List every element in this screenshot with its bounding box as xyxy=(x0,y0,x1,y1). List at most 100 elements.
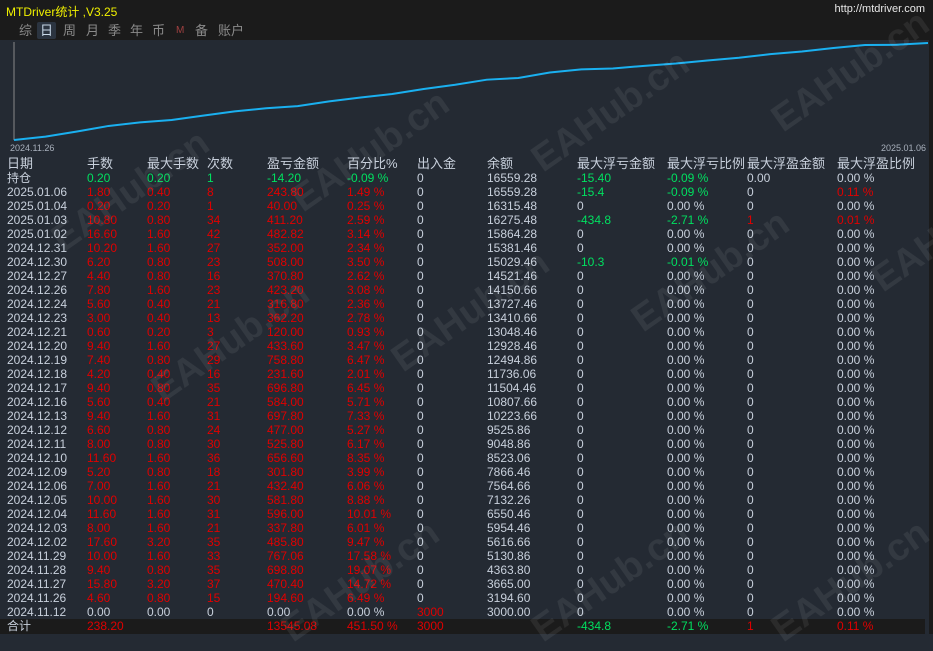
cell-col-3: 16 xyxy=(207,367,220,381)
tab-1[interactable]: 日 xyxy=(37,22,56,39)
scrollbar[interactable] xyxy=(929,40,933,634)
website-link[interactable]: http://mtdriver.com xyxy=(835,3,925,15)
cell-col-1: 9.40 xyxy=(87,409,110,423)
cell-col-11: 0.00 % xyxy=(837,367,874,381)
cell-col-7: 15029.46 xyxy=(487,255,537,269)
cell-col-4: 352.00 xyxy=(267,241,304,255)
cell-col-0: 持仓 xyxy=(7,171,31,185)
cell-col-4: 477.00 xyxy=(267,423,304,437)
tab-3[interactable]: 月 xyxy=(83,22,102,39)
cell-col-1: 10.80 xyxy=(87,213,117,227)
tab-2[interactable]: 周 xyxy=(60,22,79,39)
cell-col-3: 30 xyxy=(207,493,220,507)
cell-col-10: 0 xyxy=(747,297,754,311)
cell-col-2: 0.40 xyxy=(147,185,170,199)
cell-col-10: 0 xyxy=(747,269,754,283)
cell-col-3: 27 xyxy=(207,339,220,353)
cell-col-3: 37 xyxy=(207,577,220,591)
cell-col-6: 0 xyxy=(417,367,424,381)
tab-8[interactable]: 备 xyxy=(192,22,211,39)
cell-col-0: 2024.11.26 xyxy=(7,591,66,605)
cell-col-2: 1.60 xyxy=(147,507,170,521)
cell-col-1: 17.60 xyxy=(87,535,117,549)
cell-col-1: 0.20 xyxy=(87,171,110,185)
cell-col-11: 0.00 % xyxy=(837,563,874,577)
cell-col-10: 0 xyxy=(747,353,754,367)
cell-col-7: 14150.66 xyxy=(487,283,537,297)
cell-col-11: 0.00 % xyxy=(837,171,874,185)
tab-0[interactable]: 综 xyxy=(16,22,35,39)
cell-col-4: 482.82 xyxy=(267,227,304,241)
cell-col-1: 9.40 xyxy=(87,339,110,353)
title-bar: MTDriver统计 ,V3.25 http://mtdriver.com xyxy=(0,0,933,20)
cell-col-7: 5954.46 xyxy=(487,521,530,535)
tab-4[interactable]: 季 xyxy=(105,22,124,39)
cell-col-2: 1.60 xyxy=(147,283,170,297)
position-row: 持仓0.200.201-14.20-0.09 %016559.28-15.40-… xyxy=(0,171,925,185)
cell-col-7: 3665.00 xyxy=(487,577,530,591)
cell-col-2: 0.40 xyxy=(147,395,170,409)
cell-col-0: 2025.01.06 xyxy=(7,185,67,199)
cell-col-3: 35 xyxy=(207,563,220,577)
cell-col-3: 42 xyxy=(207,227,220,241)
cell-col-2: 0.80 xyxy=(147,381,170,395)
cell-col-11: 0.00 % xyxy=(837,381,874,395)
cell-col-10: 0 xyxy=(747,255,754,269)
cell-col-8: 0 xyxy=(577,199,584,213)
cell-col-10: 0 xyxy=(747,283,754,297)
cell-col-2: 0.80 xyxy=(147,437,170,451)
cell-col-0: 2024.12.11 xyxy=(7,437,66,451)
cell-col-8: -15.40 xyxy=(577,171,611,185)
cell-col-3: 21 xyxy=(207,479,220,493)
cell-col-4: 470.40 xyxy=(267,577,304,591)
cell-col-4: 433.60 xyxy=(267,339,304,353)
cell-col-11: 0.00 % xyxy=(837,507,874,521)
cell-col-3: 3 xyxy=(207,325,214,339)
table-row: 2024.12.210.600.203120.000.93 %013048.46… xyxy=(0,325,925,339)
cell-col-4: 盈亏金额 xyxy=(267,157,319,171)
cell-col-7: 7132.26 xyxy=(487,493,530,507)
tab-9[interactable]: 账户 xyxy=(215,22,247,39)
table-row: 2025.01.061.800.408243.801.49 %016559.28… xyxy=(0,185,925,199)
cell-col-11: 0.00 % xyxy=(837,241,874,255)
cell-col-4: 231.60 xyxy=(267,367,304,381)
cell-col-9: 0.00 % xyxy=(667,451,704,465)
cell-col-7: 13727.46 xyxy=(487,297,537,311)
cell-col-3: 33 xyxy=(207,549,220,563)
cell-col-0: 2024.12.16 xyxy=(7,395,67,409)
tab-7[interactable]: M xyxy=(173,22,187,39)
table-row: 2024.12.0510.001.6030581.808.88 %07132.2… xyxy=(0,493,925,507)
cell-col-7: 16275.48 xyxy=(487,213,537,227)
cell-col-5: 2.78 % xyxy=(347,311,384,325)
tab-6[interactable]: 币 xyxy=(149,22,168,39)
cell-col-1: 8.00 xyxy=(87,437,110,451)
cell-col-6: 0 xyxy=(417,465,424,479)
cell-col-7: 5130.86 xyxy=(487,549,530,563)
cell-col-9: 0.00 % xyxy=(667,535,704,549)
table-row: 2024.12.139.401.6031697.807.33 %010223.6… xyxy=(0,409,925,423)
cell-col-6: 0 xyxy=(417,521,424,535)
table-row: 2024.12.3110.201.6027352.002.34 %015381.… xyxy=(0,241,925,255)
cell-col-4: 584.00 xyxy=(267,395,304,409)
cell-col-5: 6.49 % xyxy=(347,591,384,605)
cell-col-7: 4363.80 xyxy=(487,563,530,577)
cell-col-2: 1.60 xyxy=(147,479,170,493)
table-row: 2024.11.2910.001.6033767.0617.58 %05130.… xyxy=(0,549,925,563)
cell-col-1: 0.00 xyxy=(87,605,110,619)
cell-col-6: 0 xyxy=(417,297,424,311)
cell-col-3: 1 xyxy=(207,171,214,185)
cell-col-4: 767.06 xyxy=(267,549,304,563)
daily-stats-table: 日期手数最大手数次数盈亏金额百分比%出入金余额最大浮亏金额最大浮亏比例最大浮盈金… xyxy=(0,155,933,634)
tab-5[interactable]: 年 xyxy=(127,22,146,39)
cell-col-1: 238.20 xyxy=(87,619,124,633)
cell-col-3: 21 xyxy=(207,395,220,409)
cell-col-6: 0 xyxy=(417,563,424,577)
table-row: 2024.12.067.001.6021432.406.06 %07564.66… xyxy=(0,479,925,493)
cell-col-10: 0 xyxy=(747,199,754,213)
cell-col-8: 0 xyxy=(577,311,584,325)
cell-col-1: 10.00 xyxy=(87,549,117,563)
cell-col-2: 0.20 xyxy=(147,199,170,213)
cell-col-1: 5.60 xyxy=(87,297,110,311)
balance-line xyxy=(14,43,928,140)
cell-col-3: 21 xyxy=(207,297,220,311)
